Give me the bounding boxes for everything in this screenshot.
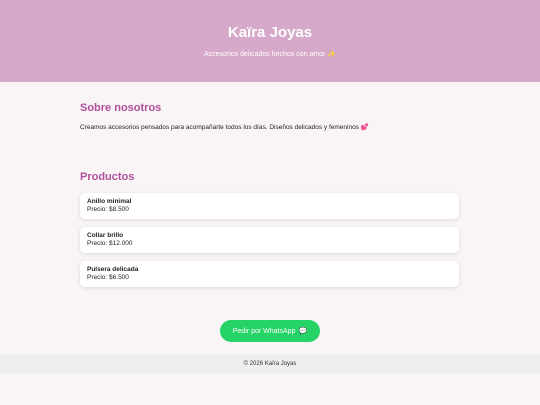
product-price: Precio: $12.000: [87, 240, 133, 247]
product-name: Anillo minimal: [87, 198, 132, 205]
tagline: Accesorios delicados hechos con amor ✨: [203, 51, 337, 58]
whatsapp-button-label: Pedir por WhatsApp: [232, 327, 296, 335]
speech-bubble-icon: 💬: [298, 328, 308, 335]
product-price: Precio: $6.500: [87, 274, 129, 281]
product-card[interactable]: Anillo minimal Precio: $8.500: [80, 193, 459, 219]
products-title: Productos: [80, 171, 135, 183]
about-title: Sobre nosotros: [80, 102, 162, 114]
product-list: Anillo minimal Precio: $8.500 Collar bri…: [80, 193, 459, 295]
site-footer: © 2026 Kaïra Joyas: [0, 355, 540, 374]
product-card[interactable]: Collar brillo Precio: $12.000: [80, 227, 459, 253]
product-price: Precio: $8.500: [87, 206, 129, 213]
product-name: Collar brillo: [87, 232, 124, 239]
footer-copyright: © 2026 Kaïra Joyas: [243, 361, 297, 367]
whatsapp-order-button[interactable]: Pedir por WhatsApp 💬: [220, 320, 320, 342]
brand-title: Kaïra Joyas: [227, 24, 313, 41]
product-name: Pulsera delicada: [87, 266, 139, 273]
about-text: Creamos accesorios pensados para acompañ…: [80, 124, 369, 131]
site-header: Kaïra Joyas Accesorios delicados hechos …: [0, 0, 540, 82]
product-card[interactable]: Pulsera delicada Precio: $6.500: [80, 261, 459, 287]
